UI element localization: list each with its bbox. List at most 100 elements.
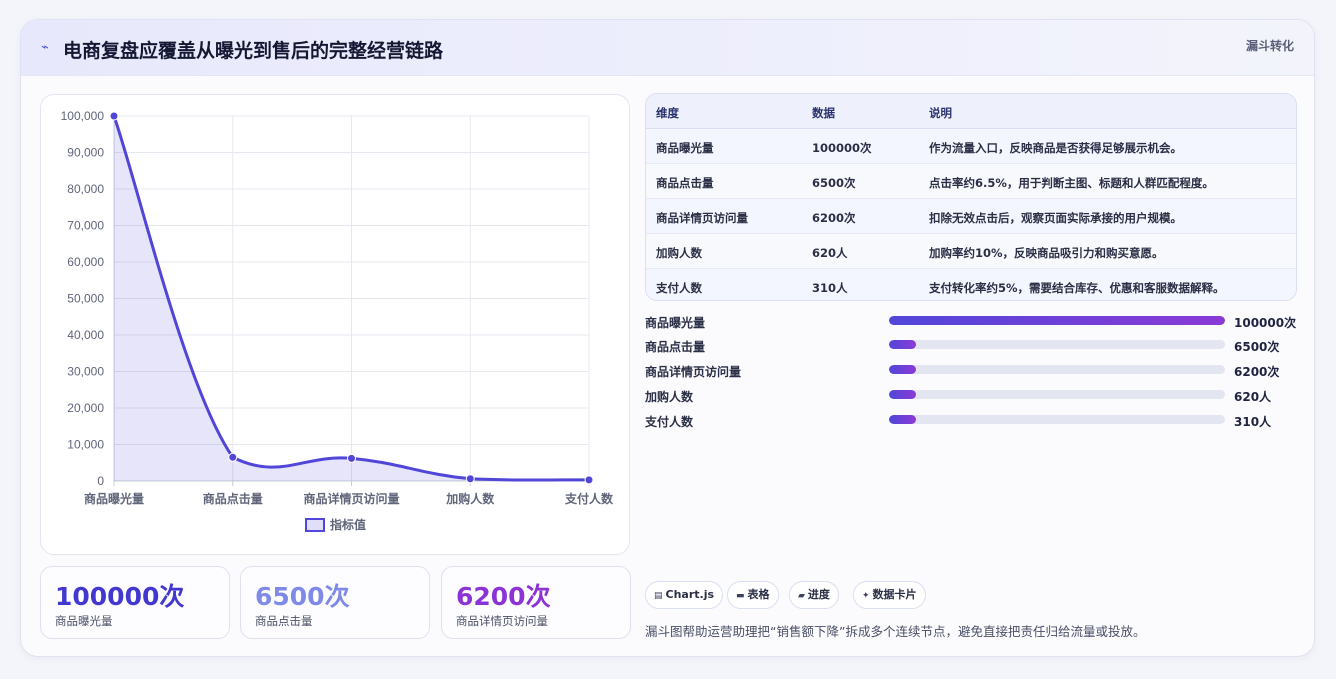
- funnel-line-chart: 0 10,000 20,000 30,000 40,000 50,000 60,000 70,…: [40, 94, 630, 555]
- x-tick-label: 商品点击量: [203, 491, 263, 506]
- data-point: [347, 453, 356, 463]
- stat-value: 6500次: [255, 582, 350, 611]
- progress-row: 加购人数 620人: [645, 386, 1297, 406]
- table-cell: 加购率约10%，反映商品吸引力和购买意愿。: [929, 246, 1164, 260]
- stat-card-clicks: 6500次 商品点击量: [240, 566, 430, 639]
- progress-label: 加购人数: [645, 390, 694, 404]
- progress-list: 商品曝光量 100000次 商品点击量 6500次 商品详情页访问量 6200次…: [645, 312, 1297, 432]
- table-cell: 加购人数: [656, 246, 702, 260]
- y-tick-label: 30,000: [67, 365, 104, 379]
- chip-label: 数据卡片: [872, 588, 917, 601]
- progress-track: [889, 340, 1225, 349]
- stat-value: 6200次: [456, 582, 551, 611]
- y-tick-label: 0: [97, 474, 104, 488]
- table-cell: 商品点击量: [656, 176, 714, 190]
- chip-label: 表格: [747, 588, 770, 601]
- progress-label: 商品详情页访问量: [645, 365, 742, 379]
- data-point: [109, 111, 119, 121]
- wave-icon: ⌁: [41, 40, 49, 55]
- card-header: ⌁ 电商复盘应覆盖从曝光到售后的完整经营链路 漏斗转化: [21, 20, 1314, 76]
- y-tick-label: 40,000: [67, 328, 104, 342]
- table-cell: 310人: [812, 281, 848, 295]
- column-header: 维度: [656, 106, 679, 120]
- x-tick-label: 加购人数: [445, 491, 495, 506]
- y-tick-label: 80,000: [67, 182, 104, 196]
- progress-icon: ▰: [798, 591, 805, 601]
- progress-value: 310人: [1234, 415, 1272, 429]
- progress-row: 商品曝光量 100000次: [645, 312, 1297, 332]
- table-cell: 支付人数: [656, 281, 702, 295]
- table-cell: 扣除无效点击后，观察页面实际承接的用户规模。: [929, 211, 1182, 225]
- sparkle-icon: ✦: [862, 591, 870, 601]
- progress-track: [889, 365, 1225, 374]
- progress-fill: [889, 390, 916, 399]
- progress-fill: [889, 415, 916, 424]
- table-cell: 620人: [812, 246, 848, 260]
- column-header: 数据: [812, 106, 835, 120]
- chip-chartjs[interactable]: ▤ Chart.js: [645, 581, 724, 609]
- stat-label: 商品详情页访问量: [456, 614, 548, 628]
- stat-label: 商品点击量: [255, 614, 313, 628]
- stat-value: 100000次: [55, 582, 185, 611]
- progress-track: [889, 415, 1225, 424]
- progress-value: 6500次: [1234, 340, 1280, 354]
- x-tick-label: 商品曝光量: [84, 491, 144, 506]
- progress-fill: [889, 365, 916, 374]
- progress-label: 商品曝光量: [645, 316, 706, 330]
- progress-value: 620人: [1234, 390, 1272, 404]
- legend-label: 指标值: [330, 517, 366, 532]
- chip-label: 进度: [807, 588, 830, 601]
- table-cell: 6200次: [812, 211, 856, 225]
- chip-label: Chart.js: [665, 588, 715, 601]
- progress-value: 100000次: [1234, 316, 1297, 330]
- table-cell: 商品详情页访问量: [656, 211, 748, 225]
- progress-value: 6200次: [1234, 365, 1280, 379]
- category-badge: 漏斗转化: [1245, 39, 1294, 53]
- progress-label: 支付人数: [645, 415, 694, 429]
- chip-progress[interactable]: ▰ 进度: [789, 581, 839, 609]
- data-point: [584, 475, 594, 485]
- progress-row: 商品详情页访问量 6200次: [645, 361, 1297, 381]
- stat-label: 商品曝光量: [55, 614, 113, 628]
- table-cell: 点击率约6.5%，用于判断主图、标题和人群匹配程度。: [929, 176, 1214, 190]
- table-row: 商品详情页访问量 6200次 扣除无效点击后，观察页面实际承接的用户规模。: [646, 199, 1296, 234]
- column-header: 说明: [929, 106, 952, 120]
- table-cell: 作为流量入口，反映商品是否获得足够展示机会。: [929, 141, 1182, 155]
- table-cell: 100000次: [812, 141, 872, 155]
- y-tick-label: 50,000: [67, 292, 104, 306]
- table-row: 商品曝光量 100000次 作为流量入口，反映商品是否获得足够展示机会。: [646, 129, 1296, 164]
- table-row: 支付人数 310人 支付转化率约5%，需要结合库存、优惠和客服数据解释。: [646, 269, 1296, 300]
- x-tick-label: 商品详情页访问量: [303, 491, 399, 506]
- table-header: 维度 数据 说明: [646, 94, 1296, 129]
- stat-card-detail-visits: 6200次 商品详情页访问量: [441, 566, 631, 639]
- progress-fill: [889, 340, 916, 349]
- progress-label: 商品点击量: [645, 340, 706, 354]
- table-row: 加购人数 620人 加购率约10%，反映商品吸引力和购买意愿。: [646, 234, 1296, 269]
- y-tick-label: 10,000: [67, 438, 104, 452]
- table-cell: 商品曝光量: [656, 141, 714, 155]
- progress-row: 支付人数 310人: [645, 411, 1297, 431]
- stat-card-exposure: 100000次 商品曝光量: [40, 566, 230, 639]
- metrics-table: 维度 数据 说明 商品曝光量 100000次 作为流量入口，反映商品是否获得足够…: [645, 93, 1297, 301]
- table-cell: 6500次: [812, 176, 856, 190]
- progress-track: [889, 390, 1225, 399]
- chart-icon: ▤: [654, 591, 663, 601]
- data-point: [465, 474, 475, 484]
- legend-swatch: [305, 518, 325, 532]
- data-point: [228, 452, 238, 462]
- page-title: 电商复盘应覆盖从曝光到售后的完整经营链路: [63, 40, 444, 62]
- y-tick-label: 20,000: [67, 401, 104, 415]
- progress-row: 商品点击量 6500次: [645, 336, 1297, 356]
- chip-table[interactable]: ▬ 表格: [727, 581, 779, 609]
- y-tick-label: 90,000: [67, 146, 104, 160]
- x-tick-label: 支付人数: [564, 491, 614, 506]
- y-tick-label: 100,000: [61, 109, 105, 123]
- y-tick-label: 60,000: [67, 255, 104, 269]
- chip-data-card[interactable]: ✦ 数据卡片: [853, 581, 926, 609]
- y-tick-label: 70,000: [67, 219, 104, 233]
- table-icon: ▬: [736, 591, 745, 601]
- dashboard-card: ⌁ 电商复盘应覆盖从曝光到售后的完整经营链路 漏斗转化 0 10,000 20,00…: [20, 19, 1315, 657]
- footer-note: 漏斗图帮助运营助理把“销售额下降”拆成多个连续节点，避免直接把责任归给流量或投放…: [645, 624, 1146, 639]
- table-row: 商品点击量 6500次 点击率约6.5%，用于判断主图、标题和人群匹配程度。: [646, 164, 1296, 199]
- progress-fill: [889, 316, 1225, 325]
